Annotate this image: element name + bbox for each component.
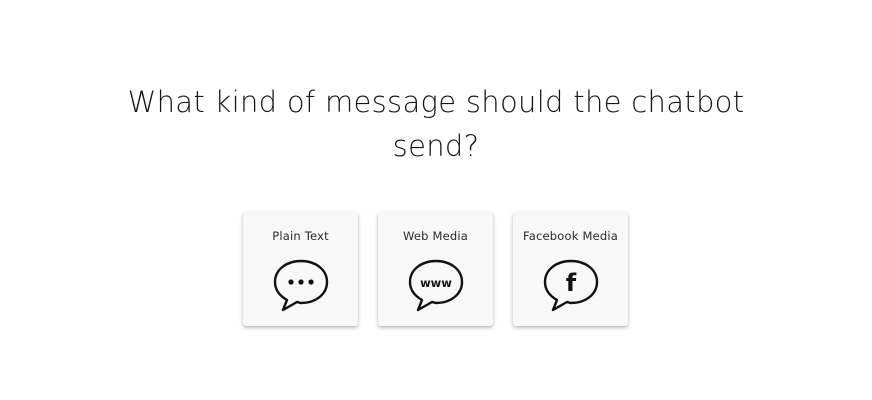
question-heading: What kind of message should the chatbot …	[0, 80, 872, 168]
option-label-facebook-media: Facebook Media	[522, 229, 619, 243]
option-label-web-media: Web Media	[402, 229, 469, 243]
speech-bubble-www-icon: www	[407, 257, 465, 313]
www-icon-text: www	[420, 276, 452, 290]
option-facebook-media[interactable]: Facebook Media f	[513, 212, 628, 326]
message-type-options: Plain Text Web Media www Facebook Media …	[243, 212, 628, 326]
message-type-page: What kind of message should the chatbot …	[0, 0, 872, 400]
option-label-plain-text: Plain Text	[272, 229, 329, 243]
option-web-media[interactable]: Web Media www	[378, 212, 493, 326]
facebook-f-glyph: f	[566, 269, 577, 297]
question-line-2: send?	[392, 129, 480, 163]
speech-bubble-ellipsis-icon	[272, 257, 330, 313]
speech-bubble-facebook-icon: f	[542, 257, 600, 313]
question-line-1: What kind of message should the chatbot	[127, 85, 745, 119]
option-plain-text[interactable]: Plain Text	[243, 212, 358, 326]
